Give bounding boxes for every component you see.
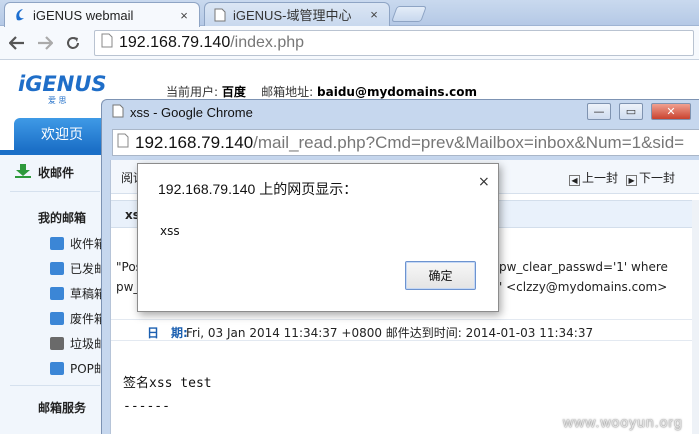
- popup-address-bar[interactable]: 192.168.79.140/mail_read.php?Cmd=prev&Ma…: [112, 129, 699, 156]
- tab-igenus-domain-admin[interactable]: iGENUS-域管理中心 ×: [204, 2, 390, 26]
- divider: [10, 191, 100, 192]
- popup-title: xss - Google Chrome: [130, 104, 253, 120]
- ok-button[interactable]: 确定: [405, 261, 476, 290]
- logo-text: iGENUS: [18, 72, 107, 96]
- watermark-text: www.wooyun.org: [563, 414, 683, 430]
- user-info: 当前用户: 百度 邮箱地址: baidu@mydomains.com: [166, 83, 477, 100]
- maximize-icon[interactable]: ▭: [619, 103, 643, 120]
- close-window-icon[interactable]: ✕: [651, 103, 691, 120]
- url-host: 192.168.79.140: [135, 132, 254, 152]
- tab-igenus-webmail[interactable]: iGENUS webmail ×: [4, 2, 200, 27]
- close-icon[interactable]: ×: [478, 174, 490, 190]
- divider: [10, 385, 100, 386]
- mail-label: 邮箱地址:: [261, 85, 314, 99]
- drafts-icon: [50, 287, 64, 300]
- mail-service-heading: 邮箱服务: [38, 401, 87, 415]
- next-label: 下一封: [639, 171, 676, 185]
- trash-folder-icon: [50, 312, 64, 325]
- receive-mail-button[interactable]: 收邮件: [14, 163, 74, 182]
- back-arrow-icon[interactable]: [6, 32, 28, 54]
- download-icon: [14, 163, 32, 182]
- inbox-icon: [50, 237, 64, 250]
- close-icon[interactable]: ×: [367, 7, 381, 22]
- arrow-left-icon: ◀: [569, 175, 580, 186]
- sidebar: 收邮件 我的邮箱 收件箱 已发邮 草稿箱 废件箱 垃圾邮 POP邮 邮箱服务: [0, 155, 106, 434]
- junk-bin-icon: [50, 337, 64, 350]
- page-favicon-icon: [112, 104, 124, 121]
- header-text-right-2: ' <clzzy@mydomains.com>: [499, 280, 668, 294]
- sidebar-item-pop[interactable]: POP邮: [50, 360, 106, 377]
- date-value: Fri, 03 Jan 2014 11:34:37 +0800 邮件达到时间: …: [186, 326, 594, 340]
- sidebar-item-sent[interactable]: 已发邮: [50, 260, 106, 277]
- browser-toolbar: 192.168.79.140/index.php: [0, 26, 699, 60]
- url-path: /mail_read.php?Cmd=prev&Mailbox=inbox&Nu…: [253, 132, 685, 152]
- browser-tab-strip: iGENUS webmail × iGENUS-域管理中心 ×: [0, 0, 699, 27]
- tab-welcome[interactable]: 欢迎页: [14, 118, 110, 150]
- reload-icon[interactable]: [62, 32, 84, 54]
- body-line: 签名xss test: [123, 376, 212, 391]
- minimize-icon[interactable]: —: [587, 103, 611, 120]
- date-row: 日 期: Fri, 03 Jan 2014 11:34:37 +0800 邮件达…: [111, 319, 699, 341]
- arrow-right-icon: ▶: [626, 175, 638, 186]
- dialog-title: 192.168.79.140 上的网页显示：: [158, 181, 358, 197]
- alert-dialog: 192.168.79.140 上的网页显示： × xss 确定: [137, 163, 499, 312]
- prev-next-nav: ◀ 上一封 ▶ 下一封: [569, 169, 675, 186]
- user-name: 百度: [221, 85, 246, 99]
- page-icon: [101, 33, 113, 53]
- header-text-right-1: pw_clear_passwd='1' where: [499, 260, 668, 274]
- igenus-favicon-icon: [13, 8, 27, 22]
- address-bar[interactable]: 192.168.79.140/index.php: [94, 30, 694, 56]
- scrollbar[interactable]: [692, 200, 699, 434]
- receive-label: 收邮件: [38, 166, 75, 180]
- user-label: 当前用户:: [166, 85, 219, 99]
- prev-mail-button[interactable]: ◀ 上一封: [569, 169, 618, 186]
- my-mailbox-heading: 我的邮箱: [38, 211, 87, 225]
- close-icon[interactable]: ×: [177, 8, 191, 23]
- sidebar-item-inbox[interactable]: 收件箱: [50, 235, 106, 252]
- tab-title: iGENUS webmail: [33, 7, 134, 23]
- mail-address: baidu@mydomains.com: [317, 85, 477, 99]
- tab-title: iGENUS-域管理中心: [233, 8, 352, 23]
- forward-arrow-icon[interactable]: [34, 32, 56, 54]
- sent-icon: [50, 262, 64, 275]
- igenus-logo: iGENUS 爱 思: [18, 67, 110, 105]
- mail-body: 签名xss test ------: [123, 372, 212, 418]
- new-tab-button[interactable]: [391, 6, 427, 22]
- header-text-left-2: pw_: [116, 280, 140, 294]
- sidebar-item-trash[interactable]: 废件箱: [50, 310, 106, 327]
- logo-sub: 爱 思: [48, 96, 67, 105]
- page-favicon-icon: [213, 8, 227, 22]
- sidebar-item-junk[interactable]: 垃圾邮: [50, 335, 106, 352]
- next-mail-button[interactable]: ▶ 下一封: [626, 169, 675, 186]
- sidebar-item-drafts[interactable]: 草稿箱: [50, 285, 106, 302]
- prev-label: 上一封: [582, 171, 619, 185]
- page-icon: [117, 133, 129, 153]
- dialog-message: xss: [160, 224, 180, 238]
- url-path: /index.php: [230, 34, 305, 51]
- url-host: 192.168.79.140: [119, 34, 231, 51]
- pop-mail-icon: [50, 362, 64, 375]
- body-line: ------: [123, 399, 170, 414]
- date-label: 日 期:: [147, 326, 188, 340]
